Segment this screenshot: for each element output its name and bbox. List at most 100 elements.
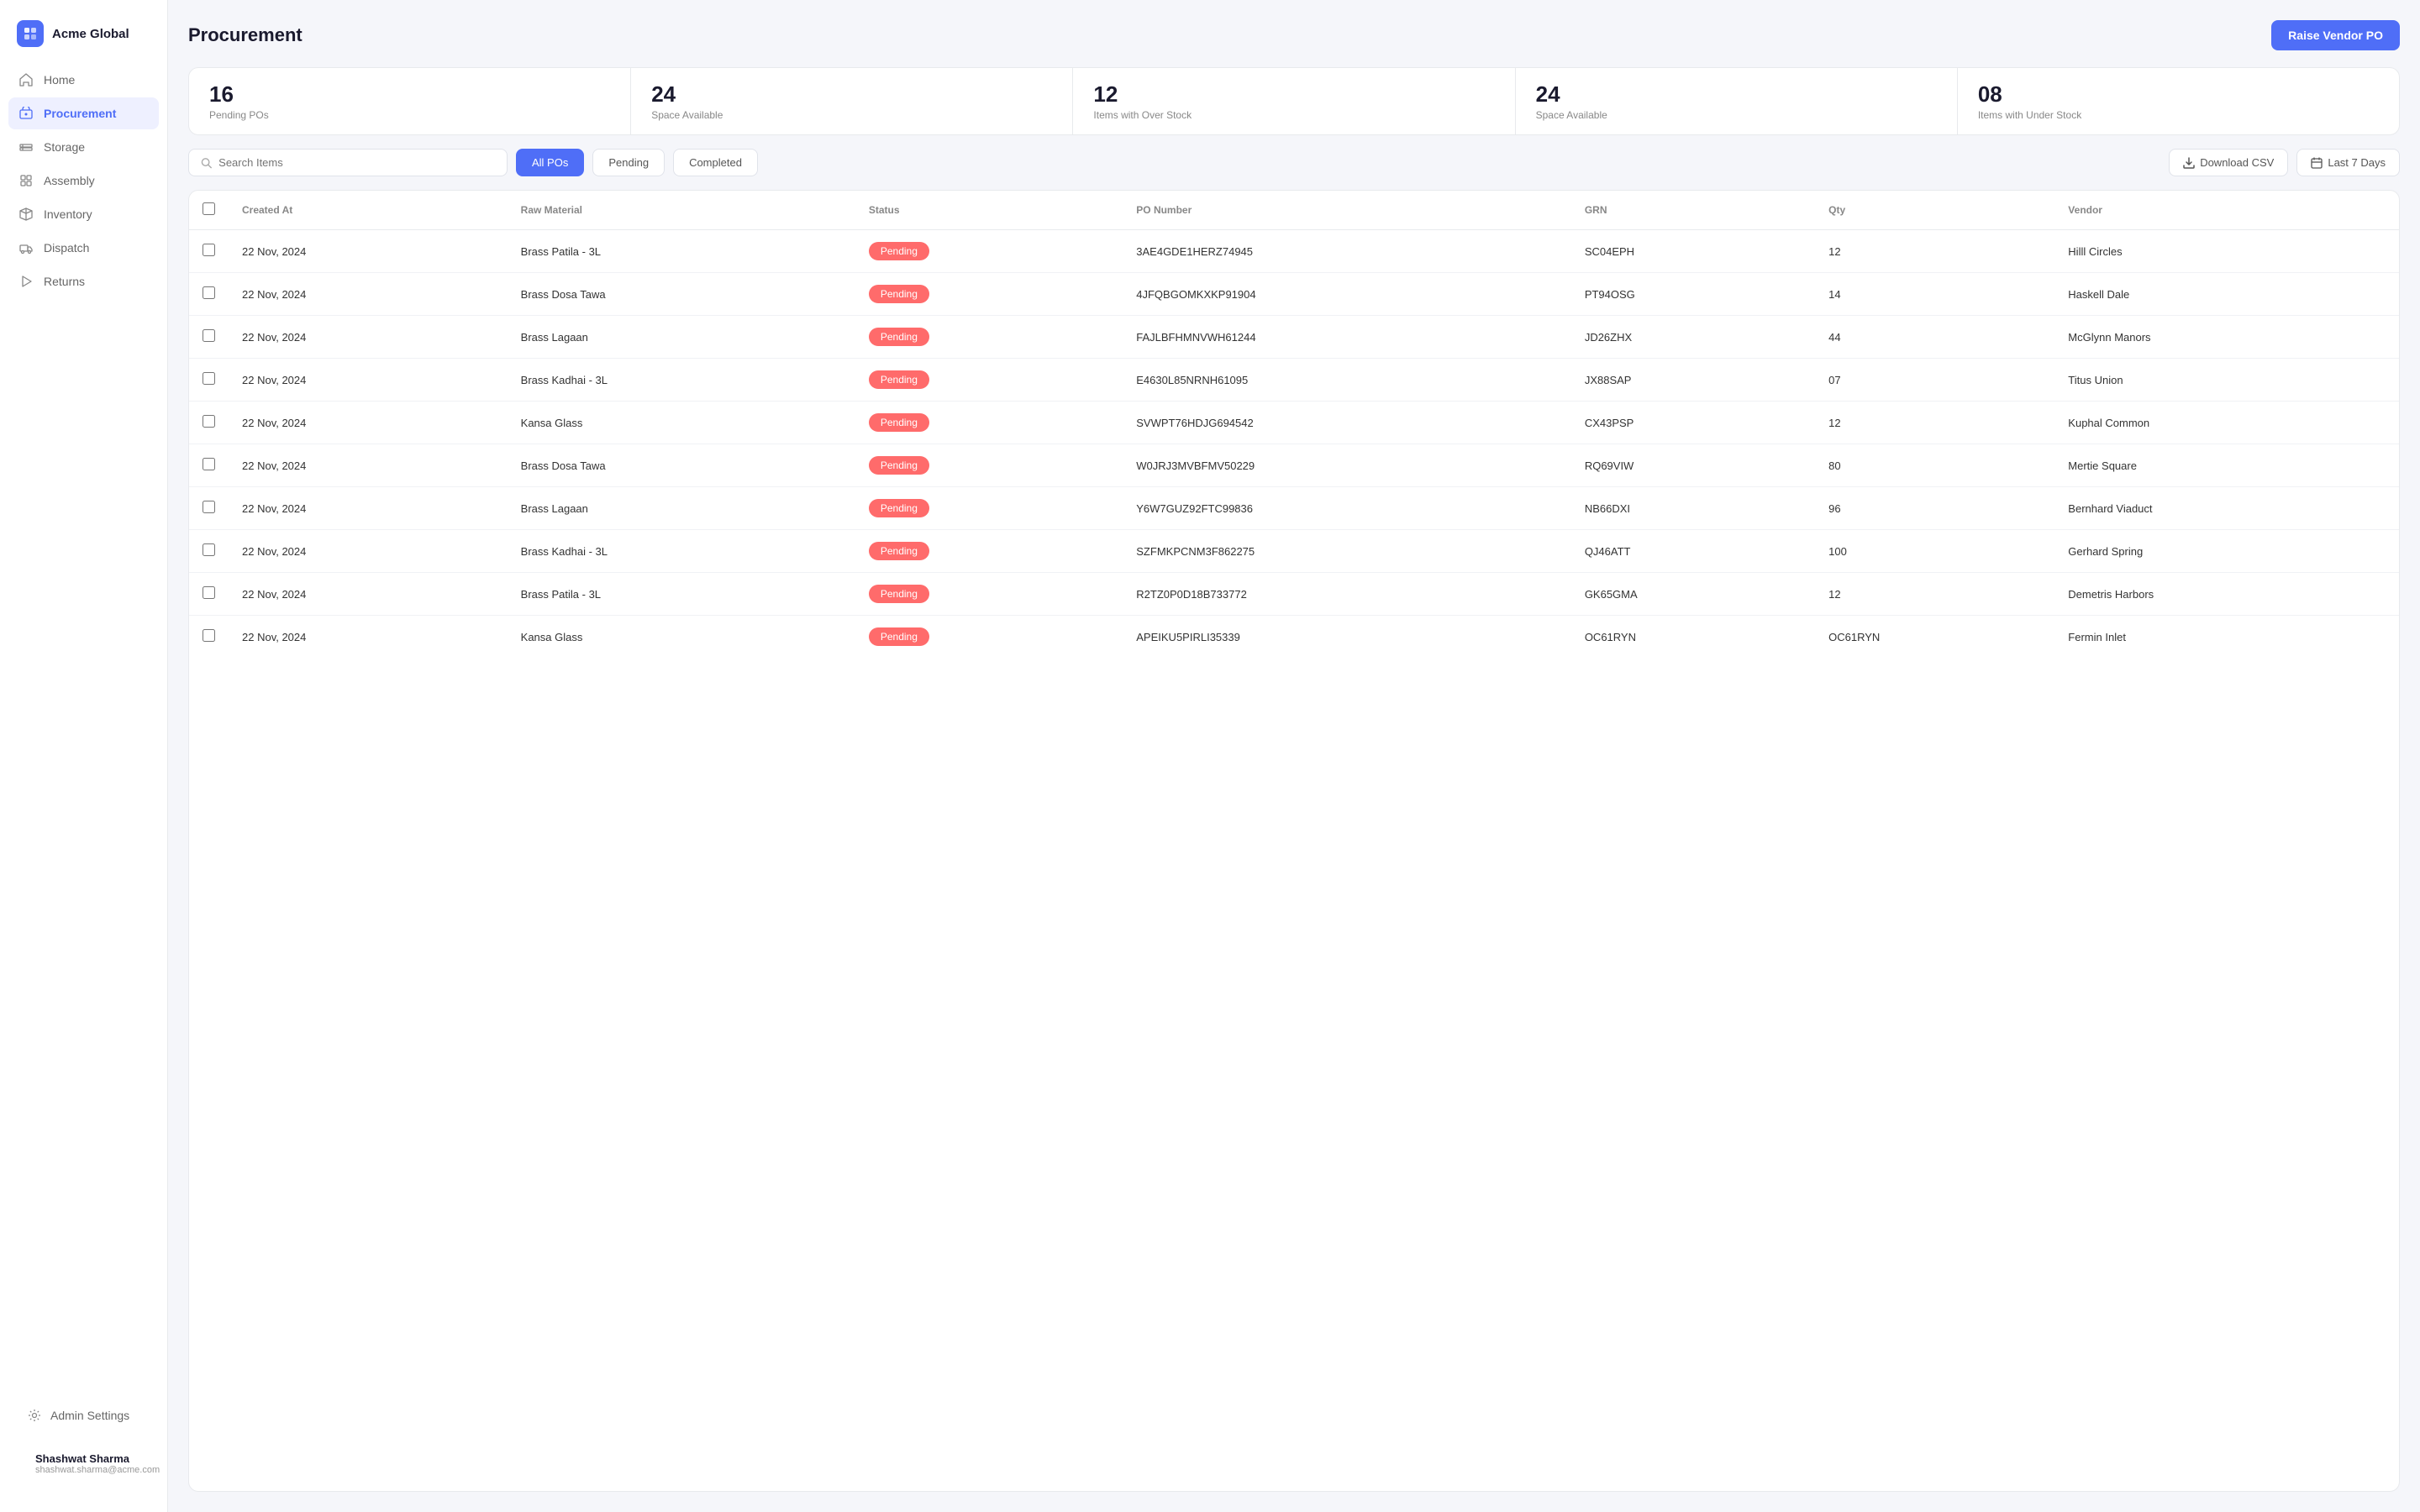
row-checkbox[interactable]	[203, 629, 215, 642]
cell-po-number: R2TZ0P0D18B733772	[1123, 573, 1571, 616]
status-badge: Pending	[869, 456, 929, 475]
search-icon	[201, 157, 212, 169]
table-row: 22 Nov, 2024 Brass Dosa Tawa Pending W0J…	[189, 444, 2399, 487]
user-name: Shashwat Sharma	[35, 1452, 160, 1465]
stat-value: 24	[1536, 81, 1937, 108]
user-email: shashwat.sharma@acme.com	[35, 1465, 160, 1475]
cell-raw-material: Brass Patila - 3L	[508, 573, 855, 616]
cell-raw-material: Brass Lagaan	[508, 487, 855, 530]
cell-created-at: 22 Nov, 2024	[229, 230, 508, 273]
stat-label: Items with Under Stock	[1978, 109, 2379, 121]
status-badge: Pending	[869, 370, 929, 389]
select-all-checkbox[interactable]	[203, 202, 215, 215]
sidebar-item-procurement[interactable]: Procurement	[8, 97, 159, 129]
table-row: 22 Nov, 2024 Brass Patila - 3L Pending R…	[189, 573, 2399, 616]
search-box[interactable]	[188, 149, 508, 176]
sidebar-item-dispatch[interactable]: Dispatch	[8, 232, 159, 264]
row-checkbox[interactable]	[203, 415, 215, 428]
row-checkbox[interactable]	[203, 458, 215, 470]
toolbar: All POs Pending Completed Download CSV L…	[188, 149, 2400, 176]
cell-status: Pending	[855, 273, 1123, 316]
sidebar-item-inventory[interactable]: Inventory	[8, 198, 159, 230]
sidebar-item-home[interactable]: Home	[8, 64, 159, 96]
row-checkbox-cell	[189, 444, 229, 487]
row-checkbox[interactable]	[203, 329, 215, 342]
stat-under-stock: 08 Items with Under Stock	[1958, 68, 2399, 134]
filter-completed[interactable]: Completed	[673, 149, 758, 176]
col-grn: GRN	[1571, 191, 1815, 230]
table-row: 22 Nov, 2024 Brass Lagaan Pending Y6W7GU…	[189, 487, 2399, 530]
row-checkbox[interactable]	[203, 586, 215, 599]
row-checkbox[interactable]	[203, 372, 215, 385]
stats-bar: 16 Pending POs 24 Space Available 12 Ite…	[188, 67, 2400, 135]
cell-vendor: Titus Union	[2054, 359, 2399, 402]
dispatch-icon	[18, 240, 34, 255]
cell-qty: 07	[1815, 359, 2054, 402]
sidebar-item-returns[interactable]: Returns	[8, 265, 159, 297]
cell-vendor: Demetris Harbors	[2054, 573, 2399, 616]
cell-qty: 100	[1815, 530, 2054, 573]
logo-icon	[17, 20, 44, 47]
row-checkbox[interactable]	[203, 286, 215, 299]
row-checkbox-cell	[189, 530, 229, 573]
sidebar-item-assembly[interactable]: Assembly	[8, 165, 159, 197]
download-csv-label: Download CSV	[2200, 156, 2274, 169]
row-checkbox[interactable]	[203, 501, 215, 513]
cell-grn: JX88SAP	[1571, 359, 1815, 402]
row-checkbox-cell	[189, 230, 229, 273]
sidebar-item-label: Storage	[44, 140, 85, 154]
admin-settings-item[interactable]: Admin Settings	[17, 1399, 150, 1431]
row-checkbox[interactable]	[203, 543, 215, 556]
cell-status: Pending	[855, 616, 1123, 659]
cell-grn: GK65GMA	[1571, 573, 1815, 616]
cell-vendor: McGlynn Manors	[2054, 316, 2399, 359]
cell-raw-material: Brass Lagaan	[508, 316, 855, 359]
cell-qty: 44	[1815, 316, 2054, 359]
header-checkbox-cell	[189, 191, 229, 230]
cell-vendor: Gerhard Spring	[2054, 530, 2399, 573]
table-row: 22 Nov, 2024 Kansa Glass Pending APEIKU5…	[189, 616, 2399, 659]
filter-pending[interactable]: Pending	[592, 149, 665, 176]
cell-raw-material: Brass Kadhai - 3L	[508, 359, 855, 402]
last-days-button[interactable]: Last 7 Days	[2296, 149, 2400, 176]
row-checkbox-cell	[189, 487, 229, 530]
stat-label: Items with Over Stock	[1093, 109, 1494, 121]
row-checkbox[interactable]	[203, 244, 215, 256]
cell-created-at: 22 Nov, 2024	[229, 273, 508, 316]
cell-created-at: 22 Nov, 2024	[229, 402, 508, 444]
cell-status: Pending	[855, 487, 1123, 530]
app-name: Acme Global	[52, 27, 129, 41]
row-checkbox-cell	[189, 402, 229, 444]
cell-vendor: Haskell Dale	[2054, 273, 2399, 316]
sidebar-item-storage[interactable]: Storage	[8, 131, 159, 163]
cell-created-at: 22 Nov, 2024	[229, 359, 508, 402]
col-created-at: Created At	[229, 191, 508, 230]
cell-po-number: E4630L85NRNH61095	[1123, 359, 1571, 402]
home-icon	[18, 72, 34, 87]
cell-created-at: 22 Nov, 2024	[229, 487, 508, 530]
download-csv-button[interactable]: Download CSV	[2169, 149, 2288, 176]
cell-status: Pending	[855, 530, 1123, 573]
stat-space-available-1: 24 Space Available	[631, 68, 1073, 134]
sidebar-item-label: Assembly	[44, 174, 95, 187]
filter-all-pos[interactable]: All POs	[516, 149, 584, 176]
row-checkbox-cell	[189, 316, 229, 359]
cell-po-number: SZFMKPCNM3F862275	[1123, 530, 1571, 573]
col-qty: Qty	[1815, 191, 2054, 230]
cell-po-number: Y6W7GUZ92FTC99836	[1123, 487, 1571, 530]
col-vendor: Vendor	[2054, 191, 2399, 230]
inventory-icon	[18, 207, 34, 222]
cell-raw-material: Kansa Glass	[508, 616, 855, 659]
cell-grn: QJ46ATT	[1571, 530, 1815, 573]
cell-created-at: 22 Nov, 2024	[229, 616, 508, 659]
table-row: 22 Nov, 2024 Brass Lagaan Pending FAJLBF…	[189, 316, 2399, 359]
assembly-icon	[18, 173, 34, 188]
cell-status: Pending	[855, 359, 1123, 402]
procurement-icon	[18, 106, 34, 121]
cell-po-number: 3AE4GDE1HERZ74945	[1123, 230, 1571, 273]
status-badge: Pending	[869, 328, 929, 346]
table-row: 22 Nov, 2024 Brass Dosa Tawa Pending 4JF…	[189, 273, 2399, 316]
stat-value: 08	[1978, 81, 2379, 108]
raise-po-button[interactable]: Raise Vendor PO	[2271, 20, 2400, 50]
search-input[interactable]	[218, 156, 495, 169]
